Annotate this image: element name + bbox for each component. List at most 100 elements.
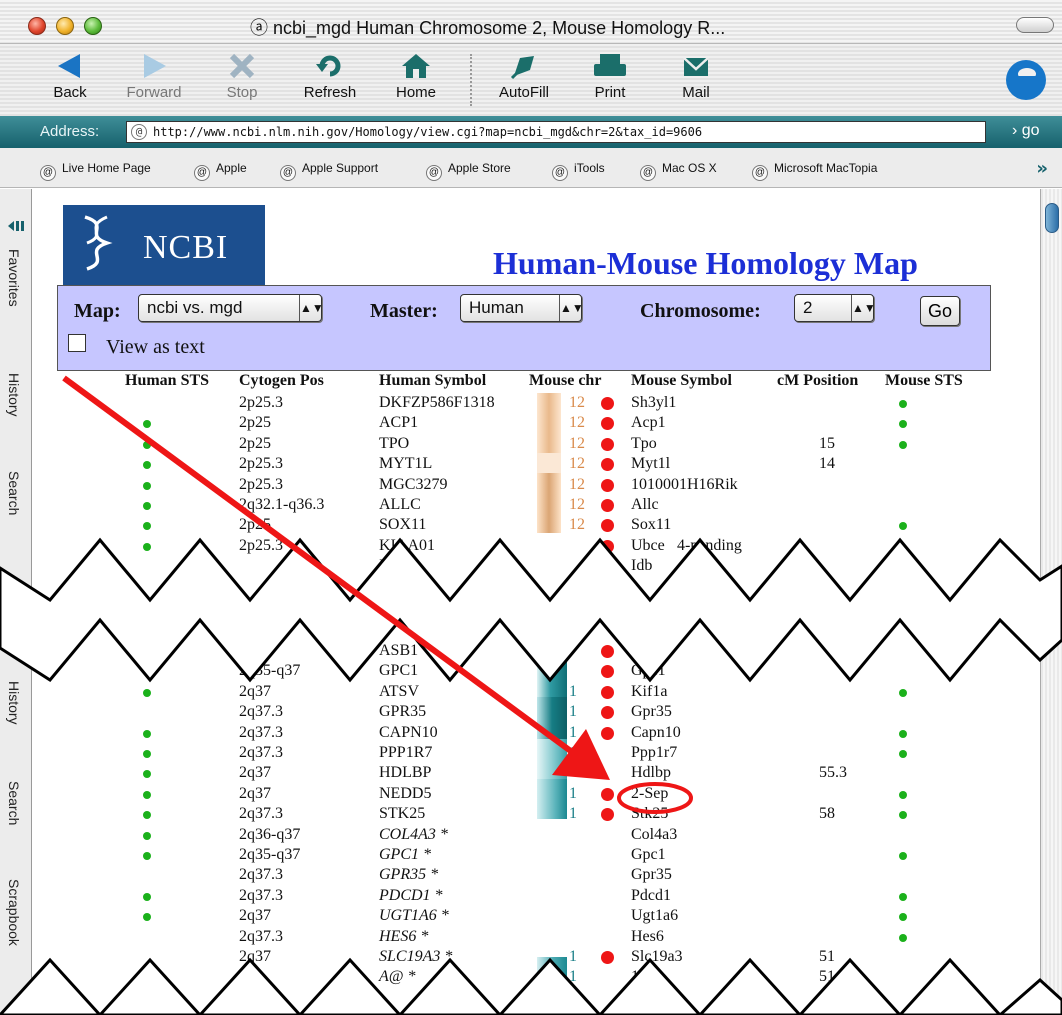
human-symbol-cell[interactable]: STK25 [379,804,425,824]
zoom-window-button[interactable] [84,17,102,35]
human-symbol-cell[interactable]: A@ * [379,967,416,987]
human-sts-dot[interactable] [143,913,151,922]
mouse-chr-dot[interactable] [601,685,614,699]
mouse-symbol-cell[interactable]: Gpr35 [631,702,672,722]
mouse-chr-dot[interactable] [601,519,614,533]
fav-itools[interactable]: @ iTools [552,161,605,181]
mail-button[interactable]: Mail [658,52,734,101]
refresh-button[interactable]: Refresh [292,52,368,101]
mouse-sts-dot[interactable] [899,790,907,799]
sidebar-toggle-icon[interactable] [6,219,26,231]
minimize-window-button[interactable] [56,17,74,35]
mouse-chr-dot[interactable] [601,951,614,964]
mouse-chr-dot[interactable] [601,645,614,658]
mouse-symbol-cell[interactable]: Allc [631,495,659,515]
mouse-symbol-cell[interactable]: Ubce [631,536,665,556]
human-sts-dot[interactable] [143,420,151,429]
human-symbol-cell[interactable]: UGT1A6 * [379,906,449,926]
mouse-symbol-cell[interactable]: Myt1l [631,454,670,474]
mouse-symbol-suffix[interactable]: 4-pending [677,536,742,556]
toolbar-toggle-button[interactable] [1016,17,1054,33]
human-sts-dot[interactable] [143,502,151,510]
sidebar-tab-favorites[interactable]: Favorites [6,249,22,307]
ncbi-logo[interactable]: NCBI [63,205,265,285]
scrollbar-thumb[interactable] [1045,203,1059,233]
mouse-symbol-cell[interactable]: Gpr35 [631,865,672,885]
sidebar-tab-scrapbook[interactable]: Scrapbook [6,879,22,946]
mouse-chr-dot[interactable] [601,437,614,451]
mouse-chr-dot[interactable] [601,478,614,492]
mouse-chr-dot[interactable] [601,458,614,472]
sidebar-tab-history[interactable]: History [6,373,22,417]
mouse-chr-dot[interactable] [601,808,614,822]
autofill-button[interactable]: AutoFill [486,52,562,101]
mouse-sts-dot[interactable] [899,729,907,738]
human-symbol-cell[interactable]: HES6 * [379,927,428,947]
stop-button[interactable]: Stop [204,52,280,101]
mouse-symbol-cell[interactable]: Gpc1 [631,661,666,681]
mouse-chr-dot[interactable] [601,726,614,740]
fav-apple[interactable]: @ Apple [194,161,247,181]
mouse-symbol-cell[interactable]: Hes6 [631,927,664,947]
mouse-symbol-cell[interactable]: Sh3yl1 [631,393,676,413]
human-sts-dot[interactable] [143,811,151,820]
back-button[interactable]: Back [32,52,108,101]
human-sts-dot[interactable] [143,440,151,449]
mouse-chr-dot[interactable] [601,560,614,574]
home-button[interactable]: Home [378,52,454,101]
window-titlebar[interactable]: ⓐ ncbi_mgd Human Chromosome 2, Mouse Hom… [0,0,1062,44]
fav-microsoft-mactopia[interactable]: @ Microsoft MacTopia [752,161,877,181]
mouse-sts-dot[interactable] [899,811,907,820]
mouse-chr-dot[interactable] [601,787,614,801]
mouse-symbol-cell[interactable]: Sox11 [631,515,671,535]
human-sts-dot[interactable] [143,770,151,779]
human-symbol-cell[interactable]: ATSV [379,682,419,702]
human-sts-dot[interactable] [143,481,151,490]
human-symbol-cell[interactable]: TPO [379,434,409,454]
human-sts-dot[interactable] [143,729,151,738]
sidebar-tab-history-2[interactable]: History [6,681,22,725]
human-symbol-cell[interactable]: KIAA01 [379,536,435,556]
mouse-chr-dot[interactable] [601,417,614,431]
go-submit-button[interactable]: Go [920,296,960,326]
mouse-sts-dot[interactable] [899,420,907,429]
mouse-sts-dot[interactable] [899,400,907,408]
mouse-symbol-cell[interactable]: 1010001H16Rik [631,475,738,495]
mouse-chr-dot[interactable] [601,397,614,410]
close-window-button[interactable] [28,17,46,35]
human-symbol-cell[interactable]: DKFZP586F1318 [379,393,495,413]
mouse-symbol-cell[interactable]: Pdcd1 [631,886,671,906]
human-sts-dot[interactable] [143,852,151,860]
human-sts-dot[interactable] [143,668,151,677]
chromosome-select[interactable]: 2 ▲▼ [794,294,876,322]
sidebar-tab-search-2[interactable]: Search [6,781,22,825]
human-sts-dot[interactable] [143,892,151,901]
mouse-sts-dot[interactable] [899,913,907,922]
mouse-symbol-cell[interactable]: Slc19a3 [631,947,683,967]
human-sts-dot[interactable] [143,461,151,470]
mouse-sts-dot[interactable] [899,750,907,758]
human-sts-dot[interactable] [143,750,151,758]
mouse-symbol-cell[interactable]: Gpc1 [631,845,666,865]
mouse-symbol-cell[interactable]: Ppp1r7 [631,743,677,763]
fav-apple-store[interactable]: @ Apple Store [426,161,511,181]
mouse-symbol-cell[interactable]: Hdlbp [631,763,671,783]
master-select[interactable]: Human ▲▼ [460,294,584,322]
sidebar-tab-search[interactable]: Search [6,471,22,515]
human-sts-dot[interactable] [143,688,151,697]
mouse-sts-dot[interactable] [899,688,907,697]
address-input[interactable]: @ http://www.ncbi.nlm.nih.gov/Homology/vi… [126,121,986,143]
print-button[interactable]: Print [572,52,648,101]
mouse-symbol-cell[interactable]: Kif1a [631,682,667,702]
human-sts-dot[interactable] [143,522,151,531]
mouse-sts-dot[interactable] [899,892,907,901]
human-symbol-cell[interactable]: MYT1L [379,454,432,474]
mouse-symbol-cell[interactable]: Stk25 [631,804,668,824]
human-symbol-cell[interactable]: NEDD5 [379,784,431,804]
mouse-symbol-cell[interactable]: As [631,641,649,661]
mouse-sts-dot[interactable] [899,933,907,942]
human-symbol-cell[interactable]: PPP1R7 [379,743,432,763]
mouse-symbol-cell[interactable]: Col4a3 [631,825,677,845]
human-symbol-cell[interactable]: HDLBP [379,763,431,783]
forward-button[interactable]: Forward [116,52,192,101]
